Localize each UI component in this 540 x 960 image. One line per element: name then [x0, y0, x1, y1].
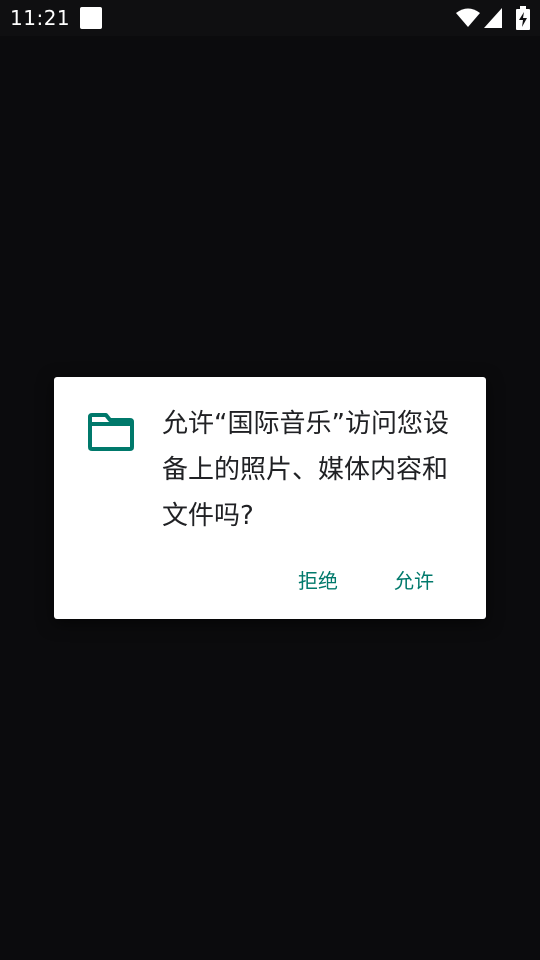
deny-button[interactable]: 拒绝: [292, 561, 344, 598]
folder-icon: [88, 413, 134, 451]
allow-button[interactable]: 允许: [388, 561, 440, 598]
status-bar: 11:21: [0, 0, 540, 36]
notification-square-icon: [80, 7, 102, 29]
cell-signal-icon: [484, 8, 502, 28]
status-time: 11:21: [10, 6, 71, 30]
dialog-message: 允许“国际音乐”访问您设备上的照片、媒体内容和文件吗?: [162, 409, 449, 531]
battery-charging-icon: [516, 6, 530, 30]
permission-dialog: 允许“国际音乐”访问您设备上的照片、媒体内容和文件吗? 拒绝 允许: [54, 377, 486, 619]
wifi-icon: [456, 8, 480, 27]
